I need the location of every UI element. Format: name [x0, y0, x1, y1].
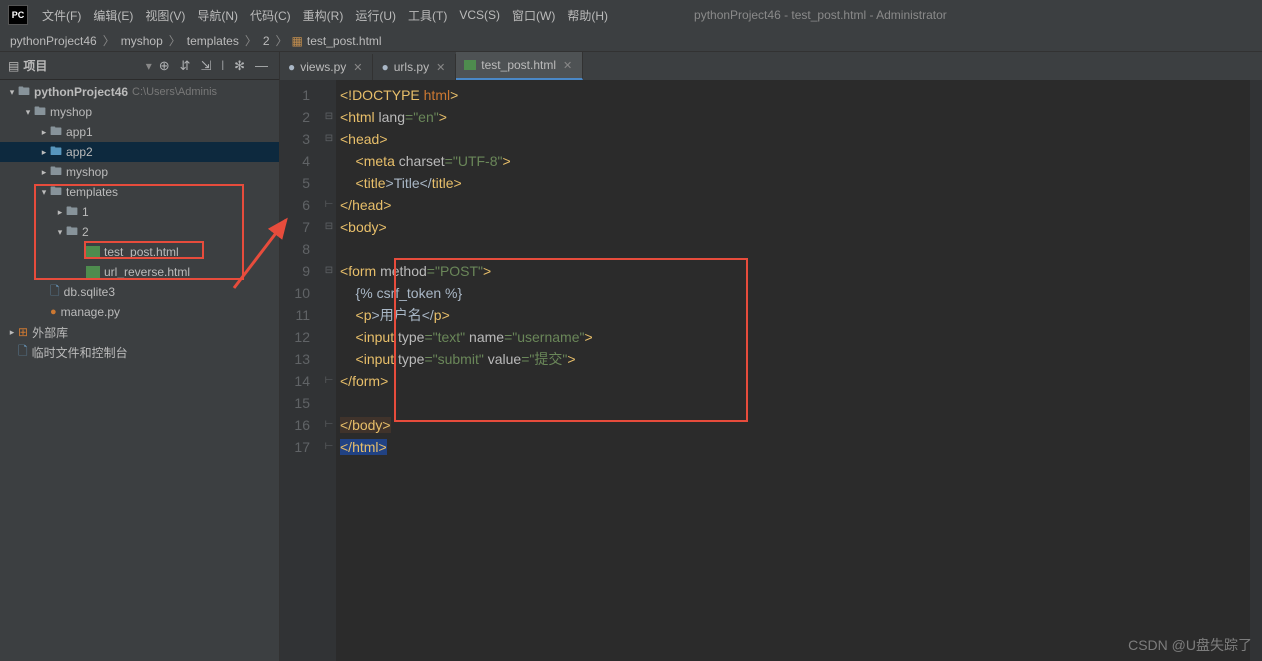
code-content[interactable]: <!DOCTYPE html> <html lang="en"> <head> …: [336, 80, 1250, 661]
html-file-icon: ▦: [292, 34, 303, 48]
watermark: CSDN @U盘失踪了: [1128, 635, 1252, 655]
menu-navigate[interactable]: 导航(N): [191, 7, 244, 24]
chevron-right-icon: 〉: [245, 32, 257, 49]
tree-myshop-inner[interactable]: myshop: [66, 165, 108, 179]
tree-ext-lib[interactable]: 外部库: [32, 324, 68, 341]
chevron-right-icon: 〉: [276, 32, 288, 49]
hide-icon[interactable]: —: [252, 58, 271, 73]
chevron-right-icon: 〉: [169, 32, 181, 49]
tree-root[interactable]: pythonProject46: [34, 85, 128, 99]
collapse-all-icon[interactable]: ⇲: [198, 58, 215, 74]
tab-views[interactable]: ●views.py✕: [280, 54, 373, 80]
tree-url-reverse[interactable]: url_reverse.html: [104, 265, 190, 279]
scratch-icon: 🗋: [18, 342, 28, 363]
menu-tools[interactable]: 工具(T): [402, 7, 453, 24]
close-icon[interactable]: ✕: [353, 61, 362, 74]
breadcrumb-item[interactable]: templates: [185, 34, 241, 48]
tree-scratches[interactable]: 临时文件和控制台: [32, 344, 128, 361]
expand-all-icon[interactable]: ⇵: [177, 58, 194, 74]
window-title: pythonProject46 - test_post.html - Admin…: [694, 8, 947, 22]
tree-app2[interactable]: app2: [66, 145, 93, 159]
html-file-icon: [86, 266, 100, 278]
html-file-icon: [464, 60, 476, 70]
menu-vcs[interactable]: VCS(S): [453, 8, 506, 22]
html-file-icon: [86, 246, 100, 258]
close-icon[interactable]: ✕: [563, 59, 572, 72]
python-file-icon: ●: [381, 60, 388, 74]
marker-strip[interactable]: [1250, 80, 1262, 661]
library-icon: ⊞: [18, 325, 28, 339]
python-file-icon: ●: [288, 60, 295, 74]
editor-tabs: ●views.py✕ ●urls.py✕ test_post.html✕: [280, 52, 1262, 80]
title-bar: PC 文件(F) 编辑(E) 视图(V) 导航(N) 代码(C) 重构(R) 运…: [0, 0, 1262, 30]
tree-folder-2[interactable]: 2: [82, 225, 89, 239]
tree-root-path: C:\Users\Adminis: [132, 86, 217, 98]
tree-myshop[interactable]: myshop: [50, 105, 92, 119]
project-title[interactable]: 项目: [23, 57, 47, 74]
tab-test-post[interactable]: test_post.html✕: [456, 52, 583, 80]
line-gutter[interactable]: 1234567891011121314151617: [280, 80, 322, 661]
menu-help[interactable]: 帮助(H): [561, 7, 614, 24]
fold-column[interactable]: ⊟⊟⊢⊟⊟⊢⊢⊢: [322, 80, 336, 661]
breadcrumb-item[interactable]: pythonProject46: [8, 34, 99, 48]
divider: |: [218, 60, 227, 71]
project-header: ▤ 项目 ▾ ⊕ ⇵ ⇲ | ✻ —: [0, 52, 279, 80]
tree-folder-1[interactable]: 1: [82, 205, 89, 219]
menu-code[interactable]: 代码(C): [244, 7, 297, 24]
menu-window[interactable]: 窗口(W): [506, 7, 561, 24]
breadcrumb-item[interactable]: test_post.html: [305, 34, 384, 48]
tree-test-post[interactable]: test_post.html: [104, 245, 179, 259]
breadcrumb: pythonProject46 〉 myshop 〉 templates 〉 2…: [0, 30, 1262, 52]
project-tree[interactable]: 🖿pythonProject46C:\Users\Adminis 🖿myshop…: [0, 80, 279, 661]
breadcrumb-item[interactable]: 2: [261, 34, 272, 48]
settings-gear-icon[interactable]: ✻: [231, 58, 248, 74]
tree-app1[interactable]: app1: [66, 125, 93, 139]
editor-area: ●views.py✕ ●urls.py✕ test_post.html✕ 123…: [280, 52, 1262, 661]
menu-run[interactable]: 运行(U): [349, 7, 402, 24]
select-opened-icon[interactable]: ⊕: [156, 58, 173, 74]
menu-edit[interactable]: 编辑(E): [87, 7, 139, 24]
tree-manage[interactable]: manage.py: [61, 305, 120, 319]
tab-urls[interactable]: ●urls.py✕: [373, 54, 456, 80]
python-file-icon: ●: [50, 306, 57, 318]
tree-db[interactable]: db.sqlite3: [64, 285, 115, 299]
project-panel: ▤ 项目 ▾ ⊕ ⇵ ⇲ | ✻ — 🖿pythonProject46C:\Us…: [0, 52, 280, 661]
database-icon: 🗋: [50, 282, 60, 303]
close-icon[interactable]: ✕: [436, 61, 445, 74]
menu-refactor[interactable]: 重构(R): [297, 7, 350, 24]
tree-templates[interactable]: templates: [66, 185, 118, 199]
breadcrumb-item[interactable]: myshop: [119, 34, 165, 48]
project-view-icon[interactable]: ▤: [8, 59, 19, 73]
menu-file[interactable]: 文件(F): [36, 7, 87, 24]
chevron-right-icon: 〉: [103, 32, 115, 49]
code-editor[interactable]: 1234567891011121314151617 ⊟⊟⊢⊟⊟⊢⊢⊢ <!DOC…: [280, 80, 1262, 661]
app-icon: PC: [8, 5, 28, 25]
menu-view[interactable]: 视图(V): [139, 7, 191, 24]
